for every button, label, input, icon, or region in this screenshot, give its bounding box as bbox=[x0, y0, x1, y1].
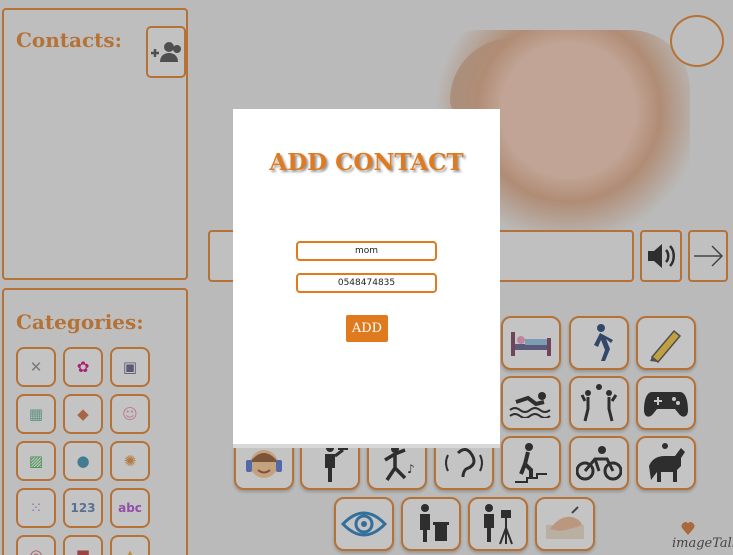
add-contact-dialog: ADD CONTACT ADD bbox=[233, 109, 500, 448]
dialog-title: ADD CONTACT bbox=[269, 149, 464, 176]
contact-name-input[interactable] bbox=[296, 241, 437, 261]
contact-phone-input[interactable] bbox=[296, 273, 437, 293]
add-button[interactable]: ADD bbox=[346, 315, 388, 342]
